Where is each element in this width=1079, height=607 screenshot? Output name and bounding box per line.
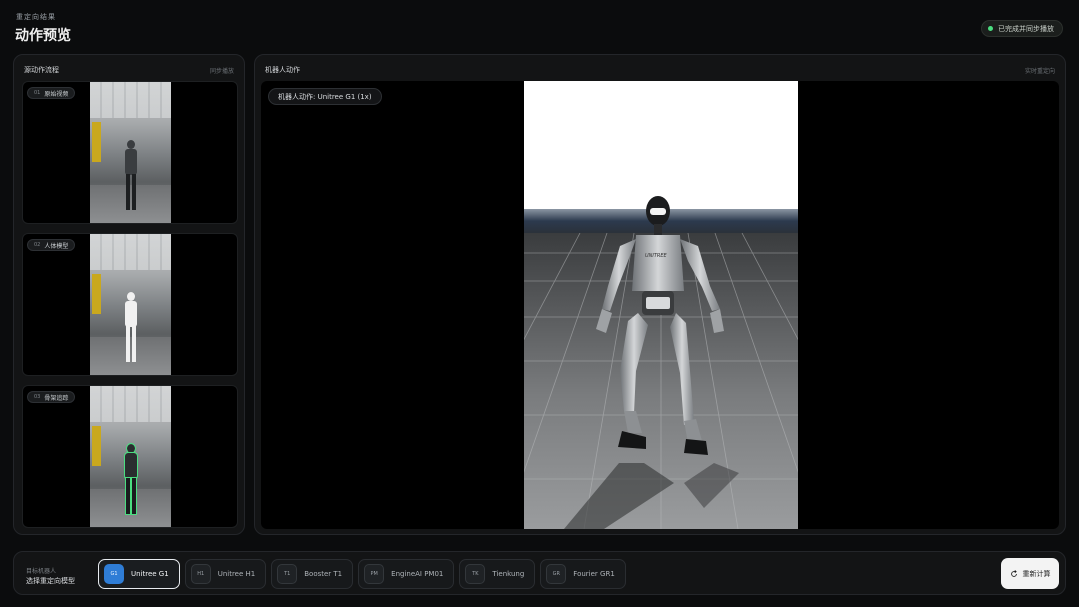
refresh-icon bbox=[1010, 569, 1017, 577]
robot-option-booster-t1[interactable]: T1 Booster T1 bbox=[271, 559, 354, 589]
status-text: 已完成并同步播放 bbox=[998, 24, 1054, 33]
skeleton-frame bbox=[90, 386, 171, 527]
robot-option-unitree-h1[interactable]: H1 Unitree H1 bbox=[184, 559, 267, 589]
source-card-skeleton[interactable]: 03 骨架追踪 bbox=[22, 385, 238, 528]
person-figure bbox=[124, 140, 138, 212]
card-label: 02 人体模型 bbox=[27, 239, 76, 251]
robot-options: G1 Unitree G1 H1 Unitree H1 T1 Booster T… bbox=[98, 559, 626, 589]
recompute-label: 重新计算 bbox=[1022, 569, 1051, 578]
target-robot-kicker: 目标机器人 bbox=[26, 568, 57, 575]
robot-name: Tienkung bbox=[492, 570, 525, 578]
robot-name: Unitree H1 bbox=[217, 570, 256, 578]
robot-model: UNITREE bbox=[596, 196, 724, 455]
source-panel-title: 源动作流程 bbox=[24, 66, 59, 74]
svg-text:UNITREE: UNITREE bbox=[645, 253, 668, 259]
robot-option-tienkung[interactable]: TK Tienkung bbox=[459, 559, 536, 589]
video-frame bbox=[90, 82, 171, 223]
source-panel-hint: 同步播放 bbox=[209, 67, 234, 75]
robot-code: H1 bbox=[190, 564, 211, 584]
source-card-body-model[interactable]: 02 人体模型 bbox=[22, 233, 238, 376]
recompute-button[interactable]: 重新计算 bbox=[1001, 558, 1059, 589]
robot-name: Fourier GR1 bbox=[573, 570, 615, 578]
viewer-label: 机器人动作: Unitree G1 (1x) bbox=[268, 88, 382, 105]
skeleton-figure bbox=[124, 443, 138, 516]
simulation-scene: UNITREE bbox=[524, 81, 798, 529]
robot-option-fourier-gr1[interactable]: GR Fourier GR1 bbox=[540, 559, 626, 589]
body-model-frame bbox=[90, 234, 171, 375]
robot-code: GR bbox=[546, 564, 567, 584]
card-number: 01 bbox=[34, 90, 41, 96]
target-robot-title: 选择重定向模型 bbox=[26, 577, 75, 585]
robot-panel: 机器人动作 实时重定向 机器人动作: Unitree G1 (1x) UNITR… bbox=[254, 54, 1066, 535]
card-label-text: 人体模型 bbox=[44, 242, 69, 250]
robot-name: Unitree G1 bbox=[131, 570, 169, 578]
robot-panel-title: 机器人动作 bbox=[265, 66, 300, 74]
mesh-figure bbox=[124, 292, 138, 364]
card-label-text: 骨架追踪 bbox=[44, 394, 69, 402]
page-title: 动作预览 bbox=[15, 28, 71, 44]
card-label-text: 原始视频 bbox=[44, 90, 69, 98]
card-number: 02 bbox=[34, 242, 41, 248]
robot-code: PM bbox=[364, 564, 385, 584]
status-dot-icon bbox=[988, 26, 993, 31]
card-label: 03 骨架追踪 bbox=[27, 391, 76, 403]
robot-code: G1 bbox=[104, 564, 124, 584]
robot-option-unitree-g1[interactable]: G1 Unitree G1 bbox=[98, 559, 180, 589]
target-robot-bar: 目标机器人 选择重定向模型 G1 Unitree G1 H1 Unitree H… bbox=[13, 551, 1066, 595]
robot-code: T1 bbox=[277, 564, 298, 584]
card-label: 01 原始视频 bbox=[27, 87, 76, 99]
robot-panel-header: 机器人动作 实时重定向 bbox=[265, 64, 1055, 76]
robot-name: EngineAI PM01 bbox=[391, 570, 444, 578]
source-panel: 源动作流程 同步播放 01 原始视频 02 人体模型 03 骨架追踪 bbox=[13, 54, 245, 535]
robot-name: Booster T1 bbox=[304, 570, 343, 578]
robot-code: TK bbox=[465, 564, 486, 584]
card-number: 03 bbox=[34, 394, 41, 400]
robot-viewer[interactable]: 机器人动作: Unitree G1 (1x) UNITREE bbox=[261, 81, 1059, 529]
robot-option-engineai-pm01[interactable]: PM EngineAI PM01 bbox=[358, 559, 455, 589]
robot-panel-hint: 实时重定向 bbox=[1024, 67, 1055, 75]
source-card-video[interactable]: 01 原始视频 bbox=[22, 81, 238, 224]
status-badge: 已完成并同步播放 bbox=[981, 20, 1063, 37]
header-kicker: 重定向结果 bbox=[16, 13, 56, 21]
source-panel-header: 源动作流程 同步播放 bbox=[24, 64, 234, 76]
